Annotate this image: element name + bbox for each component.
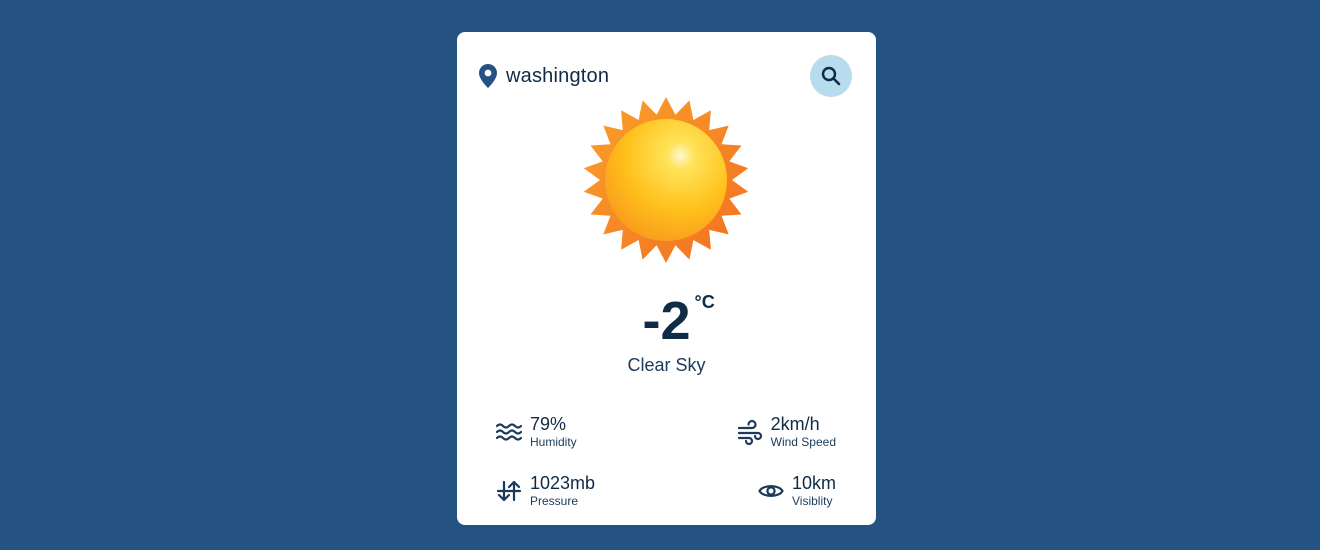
wind-icon bbox=[737, 419, 763, 445]
waves-icon bbox=[496, 419, 522, 445]
humidity-stat: 79% Humidity bbox=[496, 414, 577, 450]
wind-speed-label: Wind Speed bbox=[770, 435, 836, 449]
city-name: washington bbox=[506, 64, 610, 87]
location: washington bbox=[479, 64, 609, 88]
wind-speed-value: 2km/h bbox=[770, 414, 820, 434]
humidity-label: Humidity bbox=[530, 435, 577, 449]
temperature-block: -2 °C bbox=[457, 291, 876, 351]
weather-condition: Clear Sky bbox=[627, 355, 706, 375]
pressure-stat: 1023mb Pressure bbox=[496, 473, 595, 509]
wind-speed-stat: 2km/h Wind Speed bbox=[737, 414, 836, 450]
weather-card: washington -2 °C Clear Sky 79% Humidity … bbox=[457, 32, 876, 525]
temperature: -2 °C bbox=[642, 291, 714, 351]
search-icon bbox=[821, 66, 841, 86]
temperature-value: -2 bbox=[642, 291, 691, 351]
arrows-up-down-icon bbox=[496, 478, 522, 504]
visibility-value: 10km bbox=[791, 473, 836, 493]
pressure-label: Pressure bbox=[530, 494, 579, 508]
humidity-value: 79% bbox=[530, 414, 567, 434]
visibility-label: Visiblity bbox=[791, 494, 833, 508]
eye-icon bbox=[758, 478, 784, 504]
search-button[interactable] bbox=[810, 55, 852, 97]
visibility-stat: 10km Visiblity bbox=[758, 473, 836, 509]
temperature-unit: °C bbox=[694, 292, 715, 312]
pressure-value: 1023mb bbox=[530, 473, 596, 493]
sun-icon bbox=[582, 96, 750, 264]
map-pin-icon bbox=[479, 64, 497, 88]
